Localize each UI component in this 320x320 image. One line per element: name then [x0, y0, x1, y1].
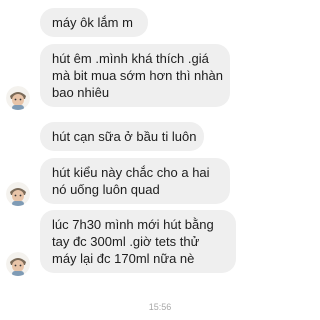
message-bubble[interactable]: lúc 7h30 mình mới hút bằng tay đc 300ml … [40, 210, 236, 273]
message-text: hút êm .mình khá thích .giá [52, 51, 209, 66]
message-text: tay đc 300ml .giờ tets thử [52, 234, 200, 249]
message-bubble[interactable]: máy ôk lắm m [40, 8, 148, 37]
message-text: bao nhiêu [52, 85, 110, 100]
message-bubble[interactable]: hút kiểu này chắc cho a hai nó uống luôn… [40, 158, 230, 204]
baby-avatar-icon[interactable] [6, 252, 30, 276]
message-text: máy ôk lắm m [52, 15, 133, 30]
message-text: hút kiểu này chắc cho a hai [52, 165, 210, 180]
message-text: nó uống luôn quad [52, 182, 160, 197]
message-text: máy lại đc 170ml nữa nè [52, 251, 195, 266]
chat-thread: máy ôk lắm m hút êm .mình khá thích .giá… [0, 0, 320, 320]
baby-avatar-icon[interactable] [6, 86, 30, 110]
message-text: hút cạn sữa ở bầu ti luôn [52, 129, 197, 144]
message-timestamp: 15:56 [148, 302, 172, 312]
message-text: mà bit mua sớm hơn thì nhàn [52, 68, 223, 83]
baby-avatar-icon[interactable] [6, 182, 30, 206]
message-bubble[interactable]: hút cạn sữa ở bầu ti luôn [40, 122, 204, 151]
message-bubble[interactable]: hút êm .mình khá thích .giá mà bit mua s… [40, 44, 230, 107]
message-text: lúc 7h30 mình mới hút bằng [52, 217, 214, 232]
